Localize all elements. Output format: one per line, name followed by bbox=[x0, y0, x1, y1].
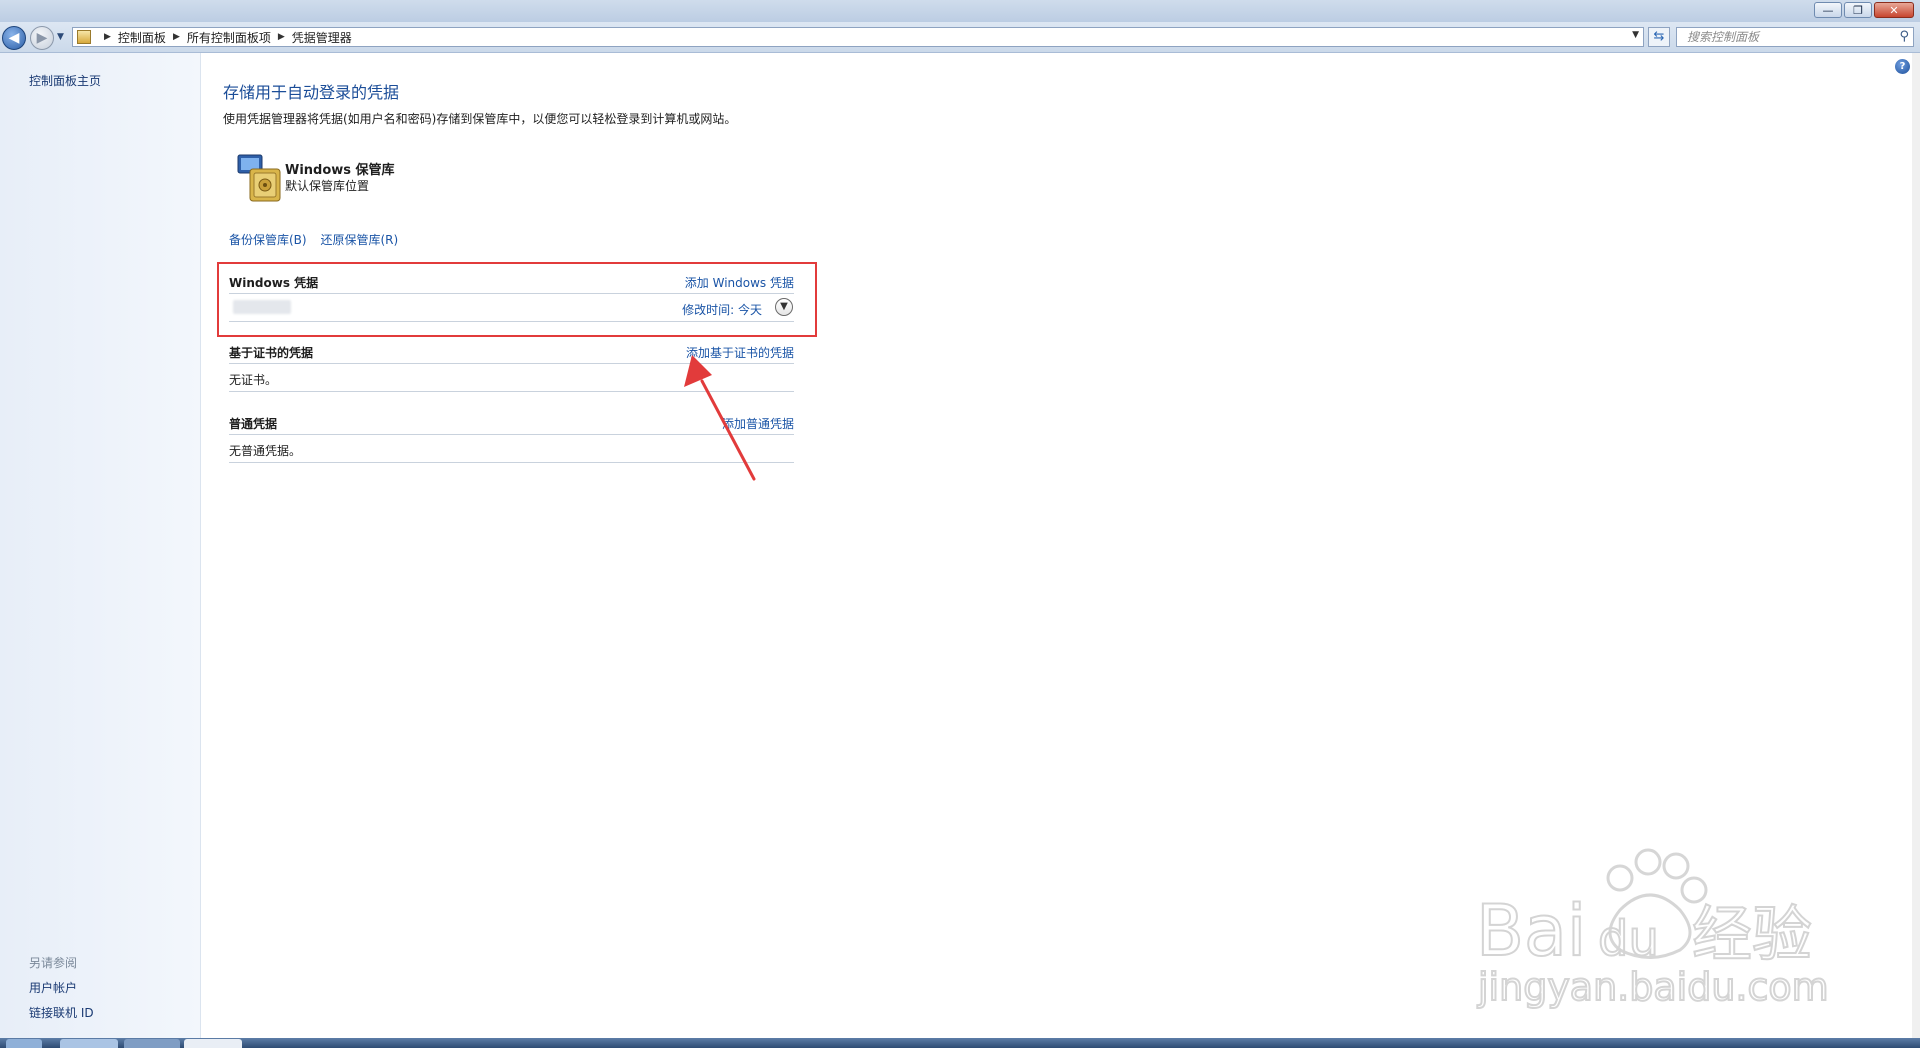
minimize-button[interactable]: — bbox=[1814, 2, 1842, 18]
page-title: 存储用于自动登录的凭据 bbox=[223, 83, 400, 102]
chevron-down-icon: ▼ bbox=[57, 32, 64, 42]
svg-text:Bai: Bai bbox=[1476, 890, 1586, 972]
taskbar-item-explorer[interactable] bbox=[184, 1039, 242, 1048]
sidebar-home-link[interactable]: 控制面板主页 bbox=[29, 72, 101, 89]
help-icon[interactable]: ? bbox=[1895, 59, 1910, 74]
control-panel-icon bbox=[77, 30, 91, 44]
window-controls: — ❐ ✕ bbox=[1814, 2, 1914, 18]
breadcrumb-credential-manager[interactable]: 凭据管理器 bbox=[292, 29, 352, 46]
address-bar[interactable]: ▶ 控制面板 ▶ 所有控制面板项 ▶ 凭据管理器 ▼ bbox=[72, 27, 1644, 47]
svg-text:jingyan.baidu.com: jingyan.baidu.com bbox=[1477, 965, 1829, 1009]
breadcrumb-separator-icon[interactable]: ▶ bbox=[173, 32, 180, 42]
vertical-scrollbar[interactable] bbox=[1912, 53, 1920, 1038]
empty-message: 无普通凭据。 bbox=[229, 444, 302, 458]
restore-button[interactable]: ❐ bbox=[1844, 2, 1872, 18]
refresh-icon: ⇆ bbox=[1653, 29, 1665, 44]
back-button[interactable]: ◀ bbox=[2, 26, 26, 50]
breadcrumb-control-panel[interactable]: 控制面板 bbox=[118, 29, 166, 46]
baidu-watermark-logo: Bai du 经验 jingyan.baidu.com bbox=[1475, 848, 1830, 1010]
sidebar-see-also-heading: 另请参阅 bbox=[29, 956, 78, 970]
annotation-arrow bbox=[684, 355, 756, 481]
section-title: 基于证书的凭据 bbox=[229, 346, 314, 360]
sidebar: 控制面板主页 另请参阅 用户帐户 链接联机 ID bbox=[0, 53, 201, 1038]
search-placeholder: 搜索控制面板 bbox=[1687, 30, 1760, 44]
restore-vault-link[interactable]: 还原保管库(R) bbox=[320, 233, 398, 247]
taskbar-item-media[interactable] bbox=[124, 1039, 180, 1048]
svg-text:du: du bbox=[1598, 911, 1659, 967]
taskbar bbox=[0, 1038, 1920, 1048]
navigation-bar: ◀ ▶ ▼ ▶ 控制面板 ▶ 所有控制面板项 ▶ 凭据管理器 ▼ ⇆ 搜索控制面… bbox=[0, 22, 1920, 53]
sidebar-link-online-id[interactable]: 链接联机 ID bbox=[29, 1004, 94, 1021]
search-input[interactable]: 搜索控制面板 ⚲ bbox=[1676, 27, 1914, 47]
vault-icon bbox=[237, 154, 281, 202]
vault-subtitle: 默认保管库位置 bbox=[285, 179, 370, 193]
forward-arrow-icon: ▶ bbox=[36, 30, 48, 46]
window-title-bar: — ❐ ✕ bbox=[0, 0, 1920, 22]
vault-actions: 备份保管库(B) 还原保管库(R) bbox=[229, 231, 408, 248]
breadcrumb-separator-icon[interactable]: ▶ bbox=[104, 32, 111, 42]
breadcrumb-separator-icon[interactable]: ▶ bbox=[278, 32, 285, 42]
page-description: 使用凭据管理器将凭据(如用户名和密码)存储到保管库中，以便您可以轻松登录到计算机… bbox=[223, 112, 737, 126]
recent-pages-dropdown[interactable]: ▼ bbox=[57, 32, 64, 42]
backup-vault-link[interactable]: 备份保管库(B) bbox=[229, 233, 307, 247]
empty-message: 无证书。 bbox=[229, 373, 278, 387]
taskbar-item-ie[interactable] bbox=[60, 1039, 118, 1048]
section-title: 普通凭据 bbox=[229, 417, 278, 431]
sidebar-link-user-accounts[interactable]: 用户帐户 bbox=[29, 979, 77, 996]
search-icon[interactable]: ⚲ bbox=[1899, 28, 1909, 46]
breadcrumb-all-items[interactable]: 所有控制面板项 bbox=[187, 29, 271, 46]
close-button[interactable]: ✕ bbox=[1874, 2, 1914, 18]
vault-name: Windows 保管库 bbox=[285, 163, 395, 178]
svg-text:经验: 经验 bbox=[1692, 900, 1812, 970]
forward-button[interactable]: ▶ bbox=[30, 26, 54, 50]
start-button[interactable] bbox=[6, 1039, 42, 1048]
refresh-button[interactable]: ⇆ bbox=[1648, 27, 1670, 47]
address-dropdown-icon[interactable]: ▼ bbox=[1632, 30, 1639, 40]
back-arrow-icon: ◀ bbox=[8, 30, 20, 46]
